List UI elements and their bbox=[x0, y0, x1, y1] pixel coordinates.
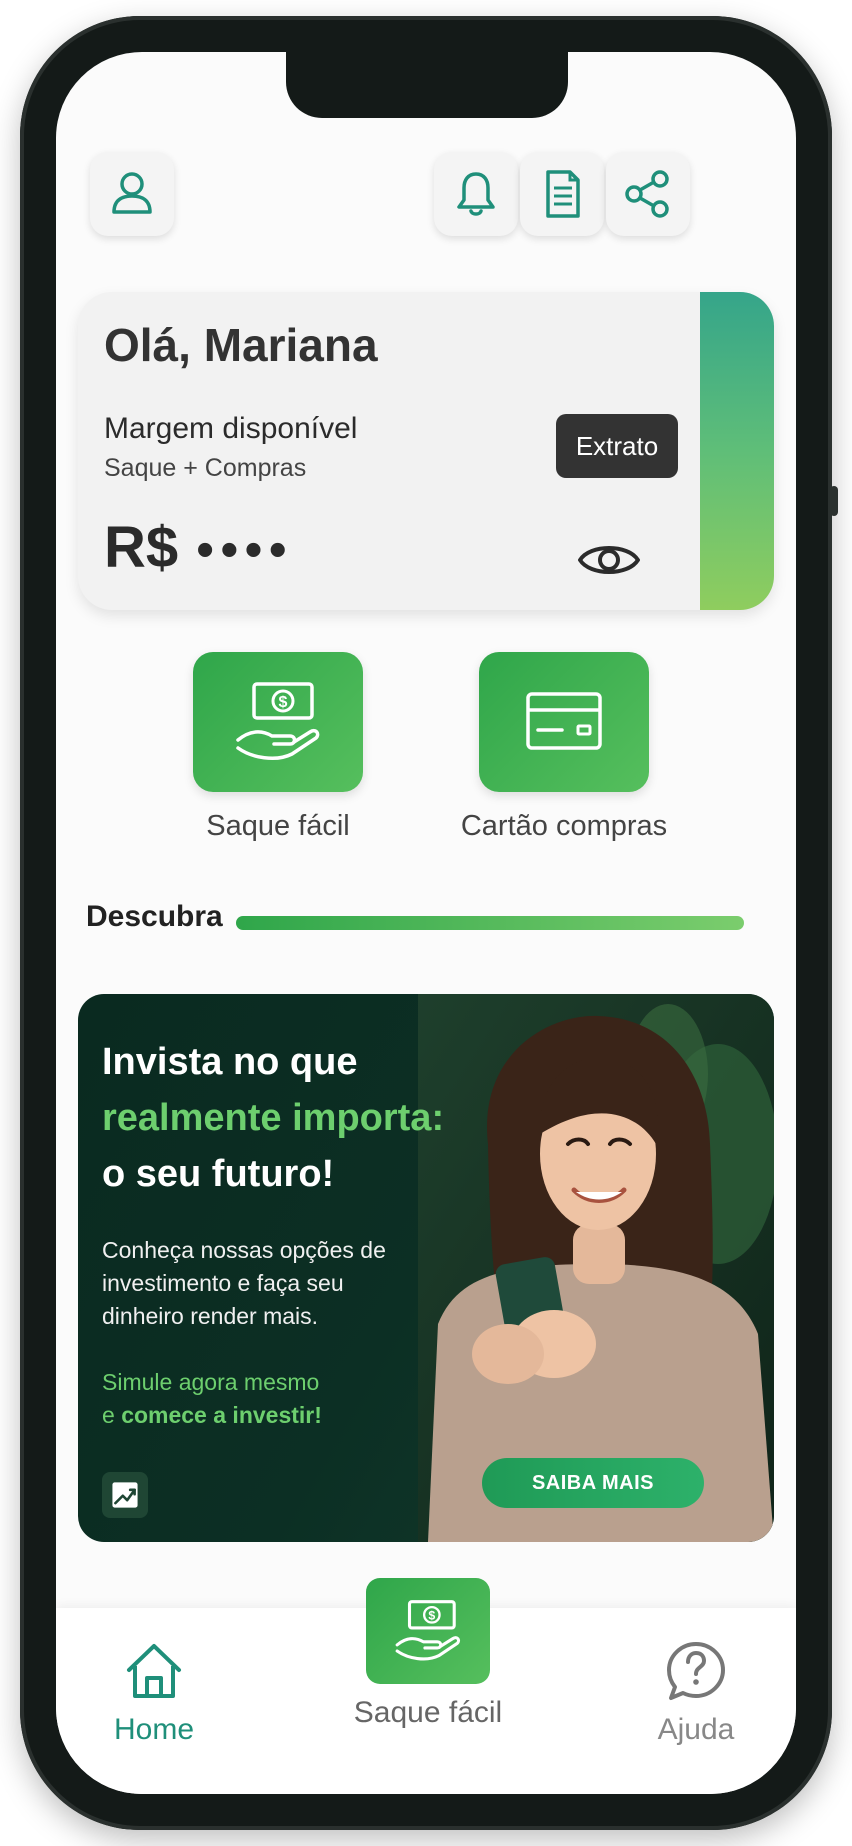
banner-cta-1: Simule agora mesmo bbox=[102, 1369, 320, 1395]
action-tile-saque[interactable]: $ bbox=[193, 652, 363, 792]
app-screen: Olá, Mariana Margem disponível Saque + C… bbox=[56, 52, 796, 1794]
nav-home[interactable]: Home bbox=[64, 1638, 244, 1747]
balance-card: Olá, Mariana Margem disponível Saque + C… bbox=[78, 292, 774, 610]
home-icon bbox=[127, 1644, 181, 1698]
greeting: Olá, Mariana bbox=[104, 319, 378, 371]
discover-title: Descubra bbox=[86, 900, 223, 933]
banner-cta-2-bold: comece a investir! bbox=[121, 1402, 322, 1428]
action-saque-facil[interactable]: $ Saque fácil bbox=[158, 652, 398, 843]
document-icon bbox=[546, 170, 580, 218]
action-cartao-compras[interactable]: Cartão compras bbox=[444, 652, 684, 843]
nav-saque-facil[interactable]: $ Saque fácil bbox=[318, 1578, 538, 1730]
cash-hand-icon: $ bbox=[236, 682, 320, 761]
notch bbox=[286, 52, 568, 118]
nav-help[interactable]: Ajuda bbox=[606, 1638, 786, 1747]
nav-help-label: Ajuda bbox=[657, 1713, 735, 1746]
nav-center-label: Saque fácil bbox=[353, 1696, 503, 1729]
help-icon bbox=[667, 1642, 725, 1700]
statement-button[interactable]: Extrato bbox=[556, 414, 678, 478]
margin-label: Margem disponível bbox=[104, 412, 358, 445]
banner-headline: Invista no que realmente importa: o seu … bbox=[102, 1034, 482, 1202]
card-accent bbox=[700, 292, 774, 610]
user-icon bbox=[112, 172, 152, 214]
currency-symbol: R$ bbox=[104, 515, 179, 580]
action-tile-cartao[interactable] bbox=[479, 652, 649, 792]
banner-headline-1: Invista no que bbox=[102, 1041, 358, 1083]
banner-body: Conheça nossas opções de investimento e … bbox=[102, 1237, 386, 1329]
promo-banner[interactable]: Invista no que realmente importa: o seu … bbox=[78, 994, 774, 1542]
svg-text:$: $ bbox=[428, 1608, 435, 1622]
bottom-nav: Home $ Saque fácil Ajuda bbox=[56, 1578, 796, 1794]
eye-icon[interactable] bbox=[576, 536, 642, 584]
share-button[interactable] bbox=[606, 152, 690, 236]
svg-text:$: $ bbox=[279, 694, 288, 711]
share-icon bbox=[625, 170, 669, 218]
nav-center-tile[interactable]: $ bbox=[366, 1578, 490, 1684]
banner-cta-2-prefix: e bbox=[102, 1402, 122, 1428]
banner-cta: Simule agora mesmo e comece a investir! bbox=[102, 1366, 422, 1432]
chart-up-icon bbox=[112, 1482, 138, 1508]
margin-sub: Saque + Compras bbox=[104, 454, 307, 482]
learn-more-button[interactable]: SAIBA MAIS bbox=[482, 1458, 704, 1508]
nav-home-label: Home bbox=[113, 1713, 195, 1746]
banner-chart-icon-box bbox=[102, 1472, 148, 1518]
banner-headline-3: o seu futuro! bbox=[102, 1153, 335, 1195]
profile-button[interactable] bbox=[90, 152, 174, 236]
phone-frame: Olá, Mariana Margem disponível Saque + C… bbox=[20, 16, 838, 1830]
hidden-balance: •••• bbox=[196, 521, 293, 579]
bell-icon bbox=[457, 172, 495, 216]
cash-hand-icon: $ bbox=[395, 1600, 461, 1661]
banner-headline-2: realmente importa: bbox=[102, 1097, 445, 1139]
action-label-saque: Saque fácil bbox=[206, 810, 350, 842]
notifications-button[interactable] bbox=[434, 152, 518, 236]
discover-divider bbox=[236, 916, 744, 930]
action-label-cartao: Cartão compras bbox=[460, 810, 668, 842]
phone-side-button bbox=[830, 486, 838, 516]
credit-card-icon bbox=[526, 692, 602, 750]
documents-button[interactable] bbox=[520, 152, 604, 236]
